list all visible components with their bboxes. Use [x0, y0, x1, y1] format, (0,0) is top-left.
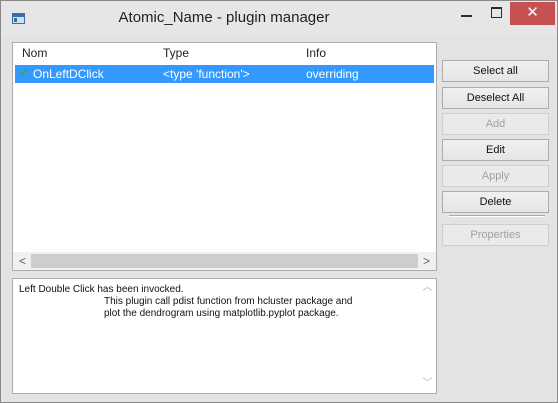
checkmark-icon[interactable]: ✔	[19, 66, 29, 80]
column-header-nom[interactable]: Nom	[22, 46, 47, 60]
window-title: Atomic_Name - plugin manager	[118, 9, 330, 26]
button-separator	[449, 215, 545, 217]
scrollbar-thumb[interactable]	[31, 254, 418, 268]
plugin-description-text[interactable]: Left Double Click has been invocked. Thi…	[12, 278, 437, 394]
apply-button[interactable]: Apply	[442, 165, 549, 187]
scroll-up-icon[interactable]: ︿	[419, 281, 436, 295]
row-info: overriding	[306, 67, 359, 81]
maximize-button[interactable]	[482, 2, 512, 25]
deselect-all-button[interactable]: Deselect All	[442, 87, 549, 109]
select-all-button[interactable]: Select all	[442, 60, 549, 82]
close-button[interactable]: ✕	[510, 2, 555, 25]
minimize-button[interactable]	[452, 2, 482, 25]
scroll-left-icon[interactable]: <	[14, 253, 31, 269]
edit-button[interactable]: Edit	[442, 139, 549, 161]
description-line-1: Left Double Click has been invocked.	[19, 284, 184, 295]
scroll-right-icon[interactable]: >	[418, 253, 435, 269]
plugin-manager-window: Atomic_Name - plugin manager ✕ Nom Type …	[0, 0, 558, 403]
column-header-type[interactable]: Type	[163, 46, 189, 60]
list-row-onleftdclick[interactable]: ✔ OnLeftDClick <type 'function'> overrid…	[15, 65, 434, 83]
description-line-2: This plugin call pdist function from hcl…	[104, 296, 353, 307]
row-type: <type 'function'>	[163, 67, 250, 81]
app-window-icon[interactable]	[12, 13, 25, 24]
close-icon: ✕	[526, 3, 539, 21]
row-name: OnLeftDClick	[33, 67, 104, 81]
title-bar[interactable]: Atomic_Name - plugin manager ✕	[1, 1, 557, 37]
delete-button[interactable]: Delete	[442, 191, 549, 213]
description-line-3: plot the dendrogram using matplotlib.pyp…	[104, 308, 339, 319]
horizontal-scrollbar[interactable]: < >	[13, 252, 436, 270]
plugin-list[interactable]: Nom Type Info ✔ OnLeftDClick <type 'func…	[12, 42, 437, 271]
scroll-down-icon[interactable]: ﹀	[419, 377, 436, 391]
list-header: Nom Type Info	[13, 43, 436, 63]
add-button[interactable]: Add	[442, 113, 549, 135]
properties-button[interactable]: Properties	[442, 224, 549, 246]
vertical-scrollbar[interactable]: ︿ ﹀	[419, 279, 436, 393]
column-header-info[interactable]: Info	[306, 46, 326, 60]
